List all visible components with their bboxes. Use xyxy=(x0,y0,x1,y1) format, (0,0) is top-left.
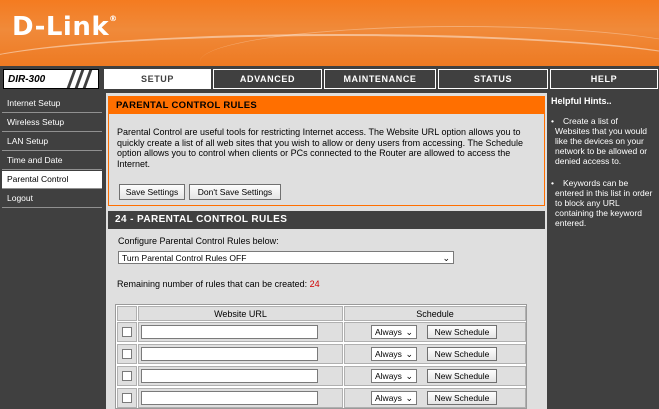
table-row-url-cell xyxy=(138,322,343,342)
website-url-input[interactable] xyxy=(141,347,318,361)
logo-registered-mark: ® xyxy=(109,14,118,23)
tab-help[interactable]: HELP xyxy=(550,69,658,89)
tab-advanced[interactable]: ADVANCED xyxy=(213,69,322,89)
chevron-down-icon: ⌄ xyxy=(405,327,413,337)
header-banner: D-Link® xyxy=(0,0,659,66)
main-content: PARENTAL CONTROL RULES Parental Control … xyxy=(106,93,547,409)
table-row-schedule-cell: Always ⌄ New Schedule xyxy=(344,344,526,364)
parental-control-mode-select[interactable]: Turn Parental Control Rules OFF ⌄ xyxy=(118,251,454,264)
logo-text: D-Link xyxy=(12,12,110,42)
new-schedule-button[interactable]: New Schedule xyxy=(427,347,497,361)
remaining-rules-text: Remaining number of rules that can be cr… xyxy=(117,279,320,289)
sidebar-item-internet-setup[interactable]: Internet Setup xyxy=(2,95,102,113)
mode-selected-value: Turn Parental Control Rules OFF xyxy=(122,253,247,263)
website-url-input[interactable] xyxy=(141,325,318,339)
bullet-icon: • xyxy=(551,116,554,126)
header-website-url: Website URL xyxy=(138,306,343,321)
website-url-input[interactable] xyxy=(141,369,318,383)
sidebar-item-time-and-date[interactable]: Time and Date xyxy=(2,152,102,170)
rule-enable-checkbox[interactable] xyxy=(122,327,132,337)
configure-label: Configure Parental Control Rules below: xyxy=(118,236,279,246)
tab-status[interactable]: STATUS xyxy=(438,69,548,89)
new-schedule-button[interactable]: New Schedule xyxy=(427,391,497,405)
schedule-select[interactable]: Always ⌄ xyxy=(371,391,417,405)
table-row-url-cell xyxy=(138,344,343,364)
sidebar-item-lan-setup[interactable]: LAN Setup xyxy=(2,133,102,151)
schedule-select[interactable]: Always ⌄ xyxy=(371,369,417,383)
header-checkbox-cell xyxy=(117,306,137,321)
table-row-url-cell xyxy=(138,388,343,408)
table-row-url-cell xyxy=(138,366,343,386)
schedule-select[interactable]: Always ⌄ xyxy=(371,325,417,339)
top-navigation: DIR-300 SETUP ADVANCED MAINTENANCE STATU… xyxy=(0,66,659,92)
sidebar-item-wireless-setup[interactable]: Wireless Setup xyxy=(2,114,102,132)
hints-title: Helpful Hints.. xyxy=(551,96,612,106)
rules-title: 24 - PARENTAL CONTROL RULES xyxy=(108,211,545,229)
new-schedule-button[interactable]: New Schedule xyxy=(427,369,497,383)
table-row-checkbox-cell xyxy=(117,366,137,386)
intro-title: PARENTAL CONTROL RULES xyxy=(109,97,544,114)
new-schedule-button[interactable]: New Schedule xyxy=(427,325,497,339)
banner-swoosh-secondary xyxy=(200,26,659,66)
model-label: DIR-300 xyxy=(8,74,46,85)
rule-enable-checkbox[interactable] xyxy=(122,371,132,381)
intro-description: Parental Control are useful tools for re… xyxy=(117,127,524,169)
schedule-select[interactable]: Always ⌄ xyxy=(371,347,417,361)
chevron-down-icon: ⌄ xyxy=(405,371,413,381)
hint-item: • Create a list of Websites that you wou… xyxy=(551,116,653,166)
hint-text: Create a list of Websites that you would… xyxy=(555,116,648,166)
chevron-down-icon: ⌄ xyxy=(442,253,450,263)
table-row-schedule-cell: Always ⌄ New Schedule xyxy=(344,322,526,342)
hint-text: Keywords can be entered in this list in … xyxy=(555,178,653,228)
helpful-hints-panel: Helpful Hints.. • Create a list of Websi… xyxy=(548,92,659,409)
sidebar-item-parental-control[interactable]: Parental Control xyxy=(2,171,102,189)
header-schedule: Schedule xyxy=(344,306,526,321)
table-row-schedule-cell: Always ⌄ New Schedule xyxy=(344,388,526,408)
chevron-down-icon: ⌄ xyxy=(405,349,413,359)
sidebar-item-logout[interactable]: Logout xyxy=(2,190,102,208)
remaining-count: 24 xyxy=(309,279,320,289)
chevron-down-icon: ⌄ xyxy=(405,393,413,403)
sidebar: Internet Setup Wireless Setup LAN Setup … xyxy=(0,92,103,409)
tab-maintenance[interactable]: MAINTENANCE xyxy=(324,69,436,89)
schedule-value: Always xyxy=(375,327,402,337)
schedule-value: Always xyxy=(375,371,402,381)
bullet-icon: • xyxy=(551,178,554,188)
table-row-checkbox-cell xyxy=(117,344,137,364)
table-row-schedule-cell: Always ⌄ New Schedule xyxy=(344,366,526,386)
tab-setup[interactable]: SETUP xyxy=(104,69,211,89)
rules-table: Website URL Schedule Always ⌄ New Schedul… xyxy=(115,304,527,409)
table-row-checkbox-cell xyxy=(117,388,137,408)
hint-item: • Keywords can be entered in this list i… xyxy=(551,178,653,228)
schedule-value: Always xyxy=(375,393,402,403)
model-slash-decoration xyxy=(82,70,93,88)
remaining-label: Remaining number of rules that can be cr… xyxy=(117,279,308,289)
dlink-logo: D-Link® xyxy=(12,12,118,42)
schedule-value: Always xyxy=(375,349,402,359)
table-row-checkbox-cell xyxy=(117,322,137,342)
intro-panel: PARENTAL CONTROL RULES Parental Control … xyxy=(108,96,545,206)
rule-enable-checkbox[interactable] xyxy=(122,393,132,403)
model-badge: DIR-300 xyxy=(3,69,99,89)
dont-save-settings-button[interactable]: Don't Save Settings xyxy=(189,184,281,200)
rule-enable-checkbox[interactable] xyxy=(122,349,132,359)
save-settings-button[interactable]: Save Settings xyxy=(119,184,185,200)
website-url-input[interactable] xyxy=(141,391,318,405)
